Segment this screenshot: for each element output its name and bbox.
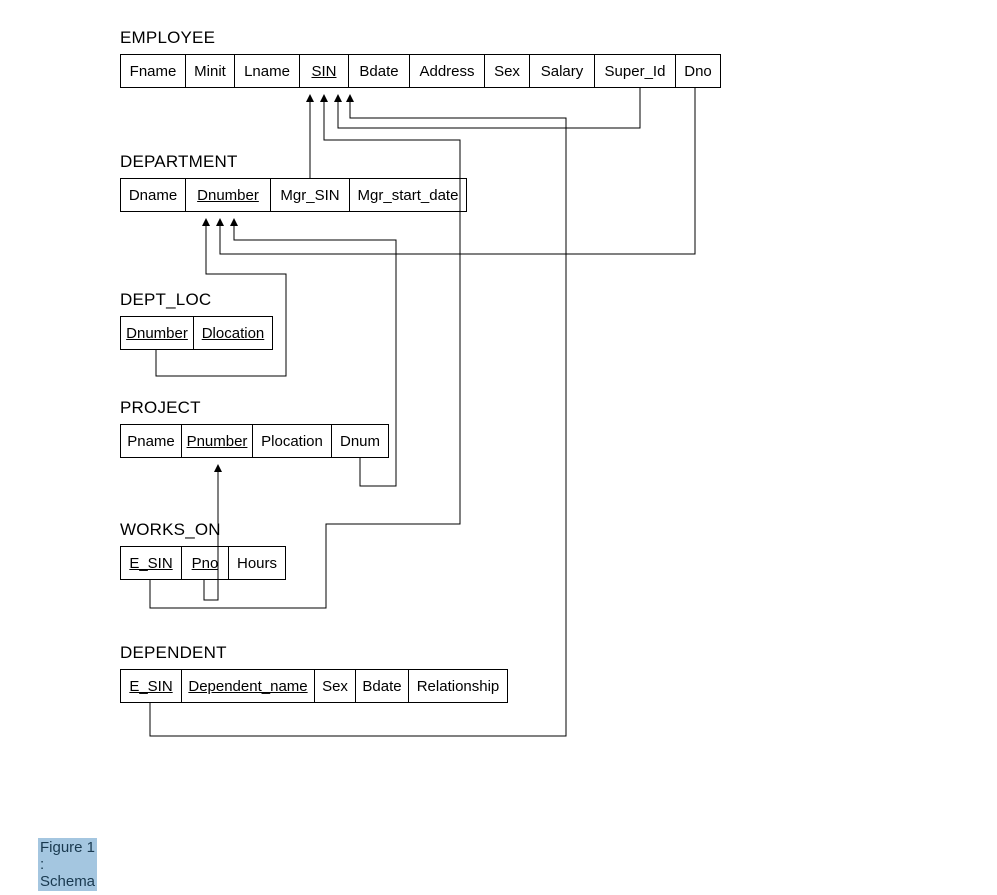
col-employee-minit: Minit bbox=[185, 54, 235, 88]
table-title-employee: EMPLOYEE bbox=[120, 28, 215, 48]
fk-employee-superid-to-sin bbox=[338, 88, 640, 128]
col-deptloc-dnumber: Dnumber bbox=[120, 316, 194, 350]
col-employee-sex: Sex bbox=[484, 54, 530, 88]
col-project-dnum: Dnum bbox=[331, 424, 389, 458]
fk-employee-dno-to-department-dnumber bbox=[220, 88, 695, 254]
col-dependent-bdate: Bdate bbox=[355, 669, 409, 703]
col-dependent-relationship: Relationship bbox=[408, 669, 508, 703]
col-project-pname: Pname bbox=[120, 424, 182, 458]
table-deptloc: Dnumber Dlocation bbox=[120, 316, 273, 350]
col-department-mgrstart: Mgr_start_date bbox=[349, 178, 467, 212]
col-deptloc-dlocation: Dlocation bbox=[193, 316, 273, 350]
col-project-pnumber: Pnumber bbox=[181, 424, 253, 458]
col-department-dnumber: Dnumber bbox=[185, 178, 271, 212]
col-employee-salary: Salary bbox=[529, 54, 595, 88]
table-title-department: DEPARTMENT bbox=[120, 152, 238, 172]
table-employee: Fname Minit Lname SIN Bdate Address Sex … bbox=[120, 54, 721, 88]
col-employee-fname: Fname bbox=[120, 54, 186, 88]
col-project-plocation: Plocation bbox=[252, 424, 332, 458]
table-dependent: E_SIN Dependent_name Sex Bdate Relations… bbox=[120, 669, 508, 703]
table-title-workson: WORKS_ON bbox=[120, 520, 221, 540]
col-employee-bdate: Bdate bbox=[348, 54, 410, 88]
col-department-mgrsin: Mgr_SIN bbox=[270, 178, 350, 212]
figure-caption: Figure 1 : Schema bbox=[38, 838, 97, 891]
table-title-project: PROJECT bbox=[120, 398, 201, 418]
col-employee-dno: Dno bbox=[675, 54, 721, 88]
col-workson-hours: Hours bbox=[228, 546, 286, 580]
col-dependent-name: Dependent_name bbox=[181, 669, 315, 703]
col-employee-lname: Lname bbox=[234, 54, 300, 88]
table-project: Pname Pnumber Plocation Dnum bbox=[120, 424, 389, 458]
col-dependent-esin: E_SIN bbox=[120, 669, 182, 703]
table-title-deptloc: DEPT_LOC bbox=[120, 290, 211, 310]
col-employee-sin: SIN bbox=[299, 54, 349, 88]
table-department: Dname Dnumber Mgr_SIN Mgr_start_date bbox=[120, 178, 467, 212]
table-title-dependent: DEPENDENT bbox=[120, 643, 227, 663]
col-department-dname: Dname bbox=[120, 178, 186, 212]
col-employee-address: Address bbox=[409, 54, 485, 88]
col-employee-superid: Super_Id bbox=[594, 54, 676, 88]
col-workson-esin: E_SIN bbox=[120, 546, 182, 580]
col-dependent-sex: Sex bbox=[314, 669, 356, 703]
table-workson: E_SIN Pno Hours bbox=[120, 546, 286, 580]
col-workson-pno: Pno bbox=[181, 546, 229, 580]
